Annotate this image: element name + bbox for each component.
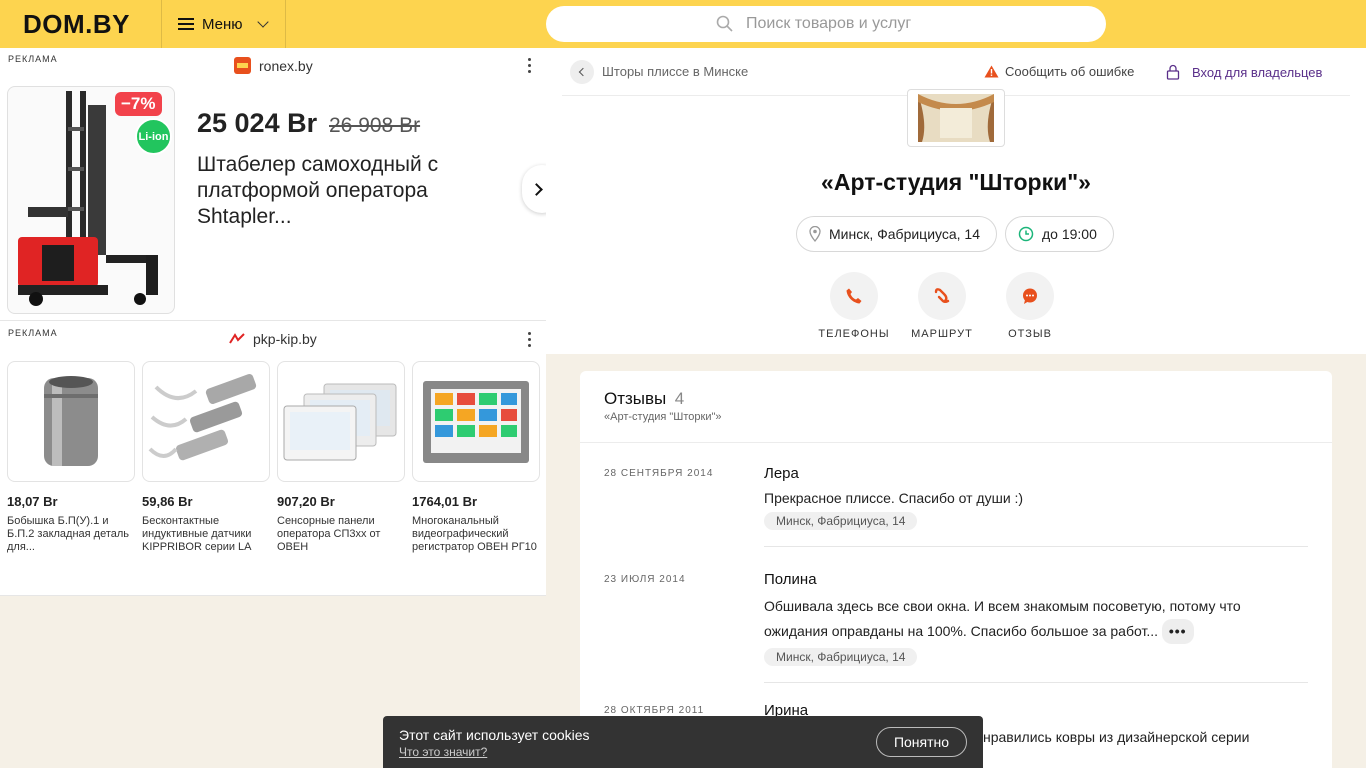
hours-label: до 19:00 (1042, 226, 1097, 242)
hours-chip[interactable]: до 19:00 (1005, 216, 1114, 252)
product-price: 1764,01 Br (412, 494, 478, 509)
chat-bubble-icon (1023, 288, 1037, 304)
reviews-count: 4 (674, 389, 685, 408)
review-button[interactable]: ОТЗЫВ (998, 272, 1062, 340)
ad-block-ronex[interactable]: РЕКЛАМА ronex.by −7% Li-ion 25 024 Br 26… (0, 48, 562, 321)
more-options-icon[interactable] (528, 58, 532, 73)
ad-label: РЕКЛАМА (8, 54, 58, 64)
cookie-info-link[interactable]: Что это значит? (399, 745, 487, 759)
accept-cookies-button[interactable]: Понятно (876, 727, 967, 757)
report-error-link[interactable]: Сообщить об ошибке (984, 64, 1134, 79)
address-chip[interactable]: Минск, Фабрициуса, 14 (796, 216, 997, 252)
review-location-tag[interactable]: Минск, Фабрициуса, 14 (764, 648, 918, 666)
product-card[interactable]: 907,20 Br Сенсорные панели оператора СП3… (277, 361, 405, 554)
review-text: Прекрасное плиссе. Спасибо от души :) (764, 490, 1024, 506)
company-name: «Арт-студия "Шторки"» (821, 169, 1091, 195)
review-text-block: Обшивала здесь все свои окна. И всем зна… (764, 594, 1308, 644)
review-author: Лера (764, 465, 799, 482)
owner-login-link[interactable]: Вход для владельцев (1166, 64, 1322, 80)
action-circle (830, 272, 878, 320)
phones-label: ТЕЛЕФОНЫ (818, 328, 890, 340)
reviews-subtitle: «Арт-студия "Шторки"» (604, 411, 722, 423)
product-price: 59,86 Br (142, 494, 193, 509)
ad-title[interactable]: Штабелер самоходный с платформой операто… (197, 152, 477, 230)
company-info-chips: Минск, Фабрициуса, 14 до 19:00 (796, 216, 1114, 252)
search-icon (716, 15, 733, 32)
back-arrow-icon[interactable] (570, 59, 594, 84)
phones-button[interactable]: ТЕЛЕФОНЫ (818, 272, 889, 340)
route-label: МАРШРУТ (911, 328, 973, 340)
li-ion-badge: Li-ion (135, 118, 172, 155)
cookie-title: Этот сайт использует cookies (399, 727, 590, 743)
product-price: 907,20 Br (277, 494, 335, 509)
product-card[interactable]: 1764,01 Br Многоканальный видеографическ… (412, 361, 540, 554)
menu-label: Меню (202, 15, 243, 33)
ads-column: РЕКЛАМА ronex.by −7% Li-ion 25 024 Br 26… (0, 48, 562, 596)
product-price: 18,07 Br (7, 494, 58, 509)
review-date: 23 ИЮЛЯ 2014 (604, 574, 686, 585)
search-box[interactable] (546, 6, 1106, 42)
ad-source[interactable]: ronex.by (234, 57, 313, 74)
ad-source-label: ronex.by (259, 57, 313, 74)
reviews-panel: Отзывы 4 «Арт-студия "Шторки"» 28 СЕНТЯБ… (580, 371, 1332, 768)
action-circle (1006, 272, 1054, 320)
expand-more-icon[interactable]: ••• (1161, 619, 1194, 644)
product-name: Бесконтактные индуктивные датчики KIPPRI… (142, 515, 252, 553)
chevron-down-icon (256, 16, 269, 28)
site-logo[interactable]: DOM.BY (0, 0, 162, 48)
reviews-header: Отзывы 4 «Арт-студия "Шторки"» (580, 371, 1332, 443)
ad-price-old: 26 908 Br (329, 114, 421, 137)
review-divider (764, 546, 1308, 547)
address-label: Минск, Фабрициуса, 14 (829, 226, 980, 242)
product-image (142, 361, 270, 482)
product-name: Бобышка Б.П(У).1 и Б.П.2 закладная детал… (7, 515, 130, 553)
product-name: Многоканальный видеографический регистра… (412, 515, 537, 553)
product-image (412, 361, 540, 482)
product-card[interactable]: 18,07 Br Бобышка Б.П(У).1 и Б.П.2 заклад… (7, 361, 135, 554)
action-circle (918, 272, 966, 320)
ad-source[interactable]: pkp-kip.by (229, 331, 317, 347)
breadcrumb-link[interactable]: Шторы плиссе в Минске (602, 64, 748, 79)
ad-block-pkp: РЕКЛАМА pkp-kip.by 18,07 Br Бобышка Б.П(… (0, 322, 546, 596)
search-input[interactable] (746, 15, 936, 33)
clock-icon (1018, 226, 1034, 242)
product-list: 18,07 Br Бобышка Б.П(У).1 и Б.П.2 заклад… (7, 361, 540, 554)
ad-label: РЕКЛАМА (8, 328, 58, 338)
review-label: ОТЗЫВ (1008, 328, 1052, 340)
review-divider (764, 682, 1308, 683)
company-logo (907, 89, 1005, 147)
review-date: 28 СЕНТЯБРЯ 2014 (604, 468, 714, 479)
report-error-label: Сообщить об ошибке (1005, 64, 1135, 79)
company-actions: ТЕЛЕФОНЫ МАРШРУТ ОТЗЫВ (818, 272, 1062, 340)
review-date: 28 ОКТЯБРЯ 2011 (604, 705, 705, 716)
product-image (277, 361, 405, 482)
location-pin-icon (809, 226, 821, 242)
route-icon (934, 288, 950, 303)
cookie-banner: Этот сайт использует cookies Что это зна… (383, 716, 983, 768)
top-bar: DOM.BY Меню (0, 0, 1366, 48)
product-image (7, 361, 135, 482)
phone-icon (846, 288, 862, 304)
ronex-logo-icon (234, 57, 251, 74)
owner-login-label: Вход для владельцев (1192, 64, 1323, 80)
review-body: Полина Обшивала здесь все свои окна. И в… (764, 571, 1308, 683)
review-location-tag[interactable]: Минск, Фабрициуса, 14 (764, 512, 918, 530)
route-button[interactable]: МАРШРУТ (910, 272, 974, 340)
ad-source-label: pkp-kip.by (253, 331, 317, 347)
review-author: Полина (764, 571, 817, 588)
product-card[interactable]: 59,86 Br Бесконтактные индуктивные датчи… (142, 361, 270, 554)
warning-icon (984, 65, 999, 78)
discount-badge: −7% (115, 92, 162, 116)
lock-icon (1166, 64, 1180, 80)
company-card: Шторы плиссе в Минске Сообщить об ошибке… (546, 48, 1366, 354)
product-name: Сенсорные панели оператора СП3хх от ОВЕН (277, 515, 381, 553)
ad-price-new: 25 024 Br (197, 108, 318, 138)
hamburger-icon (178, 18, 194, 30)
menu-button[interactable]: Меню (162, 0, 286, 48)
reviews-title: Отзывы (604, 389, 667, 408)
more-options-icon[interactable] (528, 332, 532, 347)
pkp-logo-icon (229, 333, 245, 344)
review-body: Лера Прекрасное плиссе. Спасибо от души … (764, 465, 1308, 547)
